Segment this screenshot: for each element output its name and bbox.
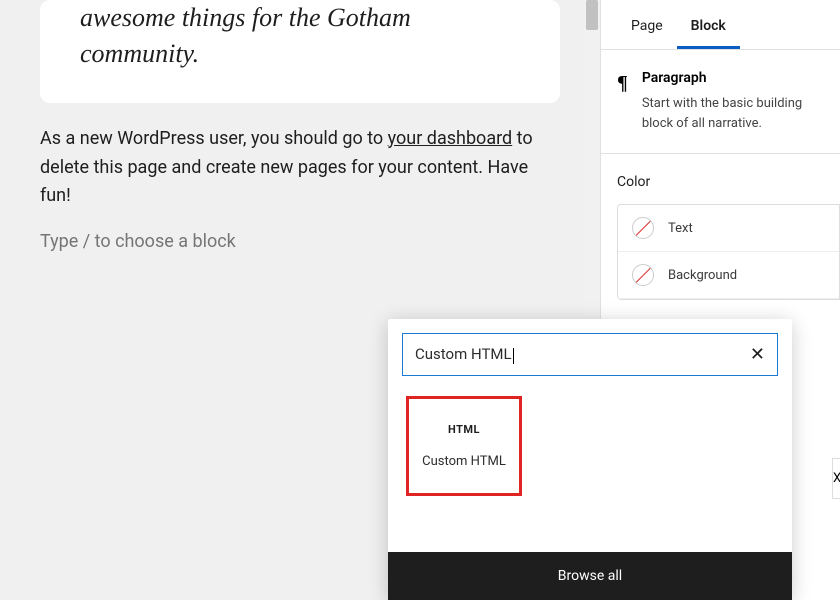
- color-background-row[interactable]: Background: [618, 252, 839, 299]
- scrollbar-thumb[interactable]: [586, 0, 598, 30]
- block-inserter-popover: Custom HTML ✕ HTML Custom HTML Browse al…: [388, 319, 792, 600]
- size-option-stub[interactable]: Xl: [832, 458, 840, 499]
- block-description: Start with the basic building block of a…: [642, 94, 824, 133]
- quote-text: awesome things for the Gotham community.: [80, 0, 520, 73]
- quote-block[interactable]: awesome things for the Gotham community.: [40, 0, 560, 103]
- tab-page[interactable]: Page: [617, 0, 677, 49]
- paragraph-block[interactable]: As a new WordPress user, you should go t…: [40, 125, 560, 211]
- dashboard-link[interactable]: your dashboard: [388, 128, 513, 149]
- color-options: Text Background: [617, 204, 840, 300]
- search-results: HTML Custom HTML: [388, 386, 792, 552]
- sidebar-tabs: Page Block: [601, 0, 840, 50]
- tab-block[interactable]: Block: [677, 0, 740, 49]
- color-text-row[interactable]: Text: [618, 205, 839, 252]
- block-option-label: Custom HTML: [422, 454, 506, 469]
- no-color-swatch-icon: [632, 264, 654, 286]
- block-search-input[interactable]: Custom HTML ✕: [402, 333, 778, 376]
- no-color-swatch-icon: [632, 217, 654, 239]
- browse-all-button[interactable]: Browse all: [388, 552, 792, 600]
- block-option-custom-html[interactable]: HTML Custom HTML: [406, 396, 522, 496]
- paragraph-icon: ¶: [617, 70, 628, 95]
- color-background-label: Background: [668, 268, 737, 283]
- search-value: Custom HTML: [415, 345, 750, 363]
- html-icon: HTML: [448, 423, 480, 436]
- clear-search-icon[interactable]: ✕: [750, 344, 765, 365]
- color-text-label: Text: [668, 221, 693, 236]
- empty-block-placeholder[interactable]: Type / to choose a block: [40, 231, 560, 252]
- block-info-panel: ¶ Paragraph Start with the basic buildin…: [601, 50, 840, 154]
- color-panel-heading[interactable]: Color: [601, 154, 840, 204]
- block-title: Paragraph: [642, 70, 824, 86]
- paragraph-text: As a new WordPress user, you should go t…: [40, 128, 388, 149]
